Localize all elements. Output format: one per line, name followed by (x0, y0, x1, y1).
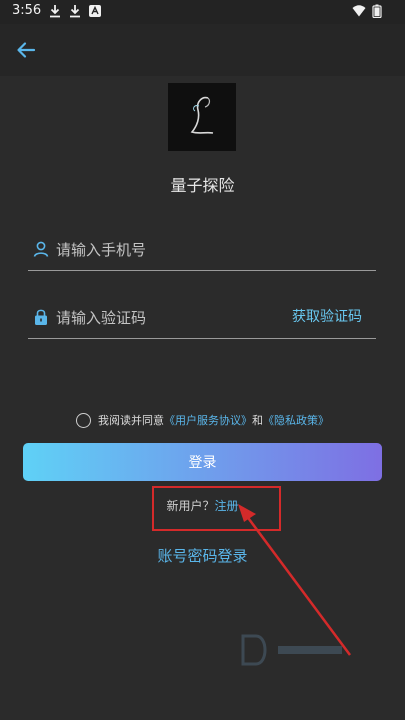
app-notification-icon (89, 5, 101, 17)
download-icon (50, 5, 60, 18)
password-login-link[interactable]: 账号密码登录 (0, 545, 405, 566)
agreement-prefix: 我阅读并同意 (98, 414, 164, 427)
wifi-icon (352, 5, 366, 17)
phone-input[interactable] (56, 236, 286, 264)
terms-link[interactable]: 《用户服务协议》 (164, 412, 252, 428)
agree-radio[interactable] (76, 412, 91, 428)
code-input[interactable] (56, 304, 286, 332)
app-bar (0, 24, 405, 76)
app-logo (168, 83, 236, 151)
back-button[interactable] (10, 34, 42, 66)
agreement-and: 和 (252, 414, 263, 427)
app-name: 量子探险 (170, 176, 235, 195)
download-icon (70, 5, 80, 18)
watermark-logo (241, 634, 342, 666)
get-code-button[interactable]: 获取验证码 (292, 306, 362, 326)
agreement-row: 我阅读并同意 《用户服务协议》 和 《隐私政策》 (0, 410, 405, 430)
annotation-highlight-box (152, 486, 281, 531)
code-field: 获取验证码 (28, 298, 376, 339)
app-logo-icon (190, 96, 214, 134)
phone-field (28, 230, 376, 271)
back-arrow-icon (17, 42, 36, 58)
privacy-link[interactable]: 《隐私政策》 (263, 412, 329, 428)
user-icon (33, 241, 49, 257)
status-bar: 3:56 (0, 0, 405, 24)
status-time: 3:56 (12, 3, 42, 18)
lock-icon (35, 309, 47, 325)
battery-icon (372, 4, 382, 18)
login-button[interactable]: 登录 (23, 443, 382, 481)
